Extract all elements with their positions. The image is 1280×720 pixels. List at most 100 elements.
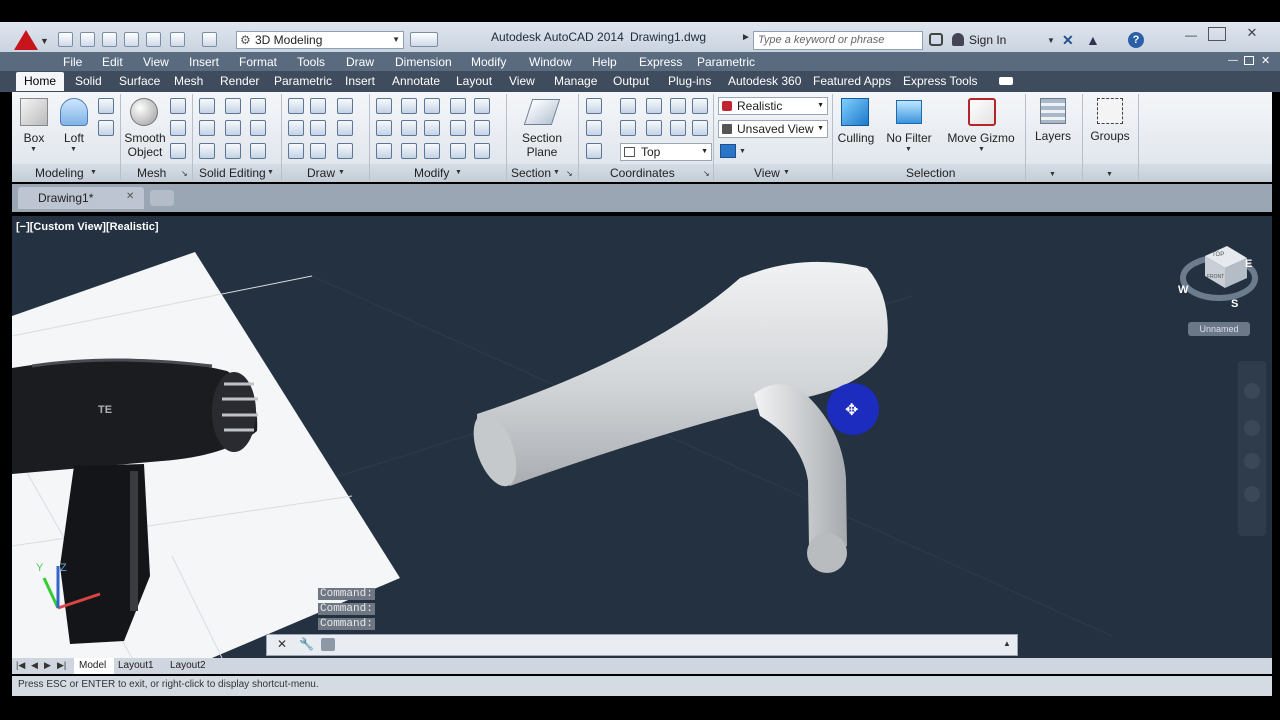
- tab-solid[interactable]: Solid: [75, 74, 102, 88]
- move-gizmo-icon[interactable]: [968, 98, 996, 126]
- groups-chevron-icon[interactable]: ▼: [1106, 171, 1113, 178]
- tab-render[interactable]: Render: [220, 74, 259, 88]
- copy-icon[interactable]: [376, 120, 392, 136]
- panel-modify[interactable]: Modify: [414, 166, 449, 180]
- search-expand-icon[interactable]: ►: [741, 32, 751, 43]
- panel-solid-editing[interactable]: Solid Editing: [199, 166, 266, 180]
- menu-file[interactable]: File: [63, 55, 82, 69]
- polygon-icon[interactable]: [288, 143, 304, 159]
- panel-draw-chevron-icon[interactable]: ▼: [338, 169, 345, 176]
- menu-help[interactable]: Help: [592, 55, 617, 69]
- ucs-z-icon[interactable]: [670, 98, 686, 114]
- move-icon[interactable]: [401, 98, 417, 114]
- smooth-object-label-1[interactable]: Smooth: [122, 131, 168, 145]
- 3d-scale-icon[interactable]: [424, 143, 440, 159]
- move-gizmo-chevron-icon[interactable]: ▼: [978, 146, 985, 153]
- section-plane-label-1[interactable]: Section: [516, 131, 568, 145]
- polyline-icon[interactable]: [288, 98, 304, 114]
- panel-section-launcher-icon[interactable]: ↘: [566, 169, 573, 178]
- ucs-zaxis-icon[interactable]: [692, 120, 708, 136]
- ucs-y-icon[interactable]: [646, 98, 662, 114]
- layout-next-icon[interactable]: ▶: [44, 660, 51, 671]
- menu-restore-icon[interactable]: [1244, 56, 1254, 65]
- command-prompt-icon[interactable]: [321, 638, 335, 651]
- autodesk-360-icon[interactable]: ▲: [1086, 32, 1100, 48]
- menu-modify[interactable]: Modify: [471, 55, 506, 69]
- 3d-rotate-icon[interactable]: [424, 120, 440, 136]
- command-line-input[interactable]: ✕ 🔧 ▲: [266, 634, 1018, 656]
- menu-parametric[interactable]: Parametric: [697, 55, 755, 69]
- exchange-icon[interactable]: ✕: [1062, 32, 1074, 49]
- layout-last-icon[interactable]: ▶|: [57, 660, 66, 671]
- array-icon[interactable]: [474, 143, 490, 159]
- close-tab-icon[interactable]: ✕: [126, 191, 134, 202]
- menu-draw[interactable]: Draw: [346, 55, 374, 69]
- box-icon[interactable]: [20, 98, 48, 126]
- layout-first-icon[interactable]: |◀: [16, 660, 25, 671]
- menu-edit[interactable]: Edit: [102, 55, 123, 69]
- viewcube-west[interactable]: W: [1178, 284, 1188, 296]
- menu-window[interactable]: Window: [529, 55, 572, 69]
- separate-icon[interactable]: [250, 143, 266, 159]
- presspull-icon[interactable]: [98, 120, 114, 136]
- viewcube-east[interactable]: E: [1245, 258, 1252, 270]
- ucs-x-icon[interactable]: [620, 98, 636, 114]
- mesh-smooth-less-icon[interactable]: [170, 120, 186, 136]
- command-history-chevron-icon[interactable]: ▲: [1003, 639, 1011, 648]
- hair-dryer-3d-model[interactable]: [465, 261, 888, 573]
- tab-view[interactable]: View: [509, 74, 535, 88]
- groups-label[interactable]: Groups: [1087, 129, 1133, 143]
- layout-prev-icon[interactable]: ◀: [31, 660, 38, 671]
- culling-icon[interactable]: [841, 98, 869, 126]
- redo-icon[interactable]: [202, 32, 217, 47]
- tab-output[interactable]: Output: [613, 74, 649, 88]
- subtract-icon[interactable]: [199, 120, 215, 136]
- align-icon[interactable]: [450, 120, 466, 136]
- erase-icon[interactable]: [376, 143, 392, 159]
- extrude-icon[interactable]: [98, 98, 114, 114]
- tab-mesh[interactable]: Mesh: [174, 74, 203, 88]
- view-direction-dropdown[interactable]: Top ▼: [620, 143, 712, 161]
- menu-format[interactable]: Format: [239, 55, 277, 69]
- extrude-faces-icon[interactable]: [250, 120, 266, 136]
- dimension-style-icon[interactable]: [410, 32, 438, 47]
- line-icon[interactable]: [310, 120, 326, 136]
- trim-icon[interactable]: [474, 98, 490, 114]
- circle-icon[interactable]: [337, 120, 353, 136]
- minimize-button[interactable]: —: [1180, 28, 1202, 42]
- maximize-button[interactable]: [1208, 27, 1226, 41]
- panel-section-chevron-icon[interactable]: ▼: [553, 169, 560, 176]
- ucs-icon-button[interactable]: [586, 98, 602, 114]
- viewport-controls-label[interactable]: [−][Custom View][Realistic]: [16, 221, 159, 233]
- layout-tab-model[interactable]: Model: [74, 658, 114, 674]
- tab-layout[interactable]: Layout: [456, 74, 492, 88]
- save-as-icon[interactable]: [124, 32, 139, 47]
- stretch-icon[interactable]: [474, 120, 490, 136]
- rectangle-icon[interactable]: [310, 143, 326, 159]
- sign-in-chevron-icon[interactable]: ▼: [1047, 36, 1055, 45]
- menu-view[interactable]: View: [143, 55, 169, 69]
- ucs-origin-icon[interactable]: [586, 143, 602, 159]
- layers-label[interactable]: Layers: [1030, 129, 1076, 143]
- ucs-world-icon[interactable]: [586, 120, 602, 136]
- mesh-smooth-more-icon[interactable]: [170, 98, 186, 114]
- menu-minimize-icon[interactable]: —: [1228, 55, 1238, 66]
- viewcube-front-face[interactable]: FRONT: [1207, 274, 1224, 280]
- menu-insert[interactable]: Insert: [189, 55, 219, 69]
- new-tab-button[interactable]: [150, 190, 174, 206]
- viewcube-south[interactable]: S: [1231, 298, 1238, 310]
- open-icon[interactable]: [80, 32, 95, 47]
- pan-icon[interactable]: [1244, 420, 1260, 436]
- named-view-dropdown[interactable]: Unsaved View ▼: [718, 120, 828, 138]
- panel-view[interactable]: View: [754, 166, 780, 180]
- offset-icon[interactable]: [450, 98, 466, 114]
- thicken-icon[interactable]: [225, 143, 241, 159]
- close-button[interactable]: ✕: [1240, 25, 1264, 41]
- sign-in-button[interactable]: Sign In: [969, 33, 1006, 47]
- help-icon[interactable]: ?: [1128, 32, 1144, 48]
- layout-tab-layout2[interactable]: Layout2: [170, 660, 206, 671]
- box-label[interactable]: Box: [16, 131, 52, 145]
- no-filter-label[interactable]: No Filter: [882, 131, 936, 145]
- groups-icon[interactable]: [1097, 98, 1123, 124]
- intersect-icon[interactable]: [199, 143, 215, 159]
